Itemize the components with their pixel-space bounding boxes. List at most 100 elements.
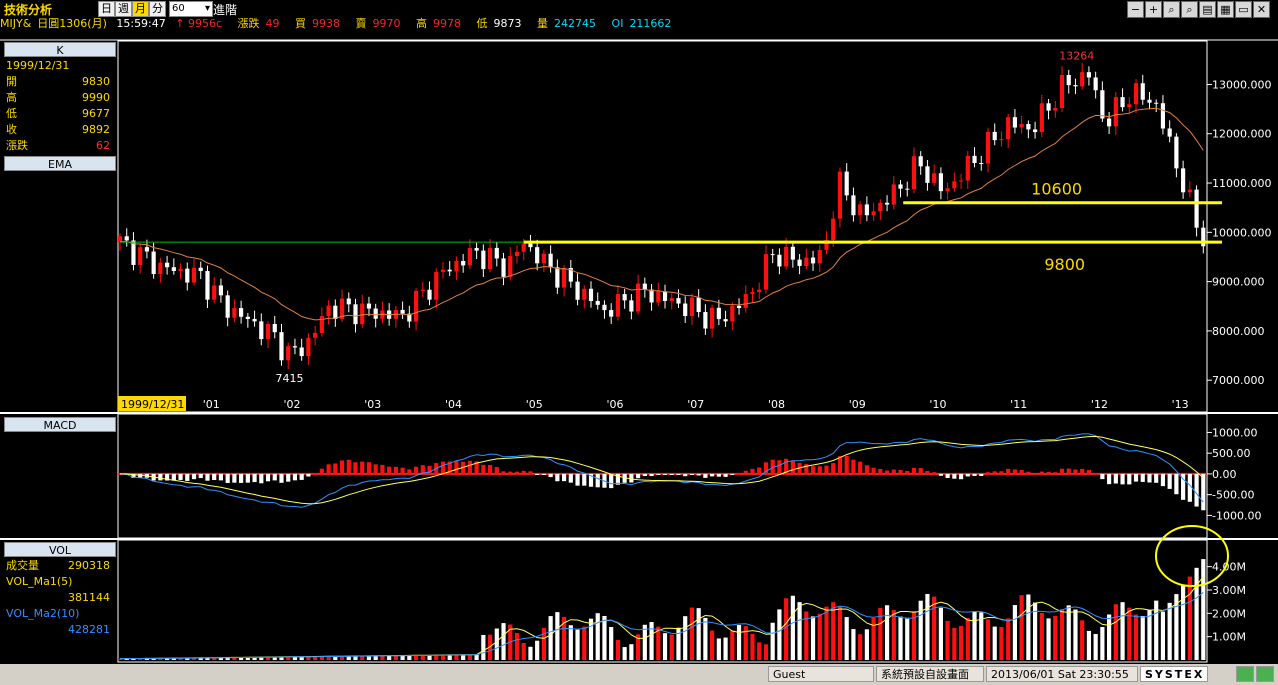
- macd-histogram-bar: [1019, 469, 1024, 474]
- volume-bar: [736, 624, 742, 660]
- volume-bar: [1006, 618, 1011, 660]
- macd-histogram-bar: [191, 473, 197, 480]
- macd-histogram-bar: [198, 473, 203, 479]
- candle-up: [958, 180, 964, 182]
- macd-histogram-bar: [757, 467, 762, 474]
- candle-up: [1053, 107, 1058, 111]
- candle-up: [1059, 74, 1065, 108]
- volume-bar: [595, 613, 600, 660]
- candle-up: [1019, 123, 1024, 128]
- price-tick-label: 8000.000: [1212, 325, 1265, 338]
- macd-tick-label: -500.00: [1212, 489, 1254, 502]
- volume-bar: [575, 629, 580, 660]
- x-tick-label: '02: [283, 398, 300, 411]
- candle-up: [420, 289, 425, 291]
- candle-down: [218, 285, 224, 296]
- macd-histogram-bar: [958, 473, 964, 480]
- macd-histogram-bar: [750, 468, 755, 474]
- candle-down: [494, 247, 499, 259]
- candle-down: [696, 297, 701, 313]
- candle-down: [124, 236, 129, 241]
- cursor-date-label: 1999/12/31: [121, 398, 184, 411]
- candle-up: [232, 308, 237, 318]
- candle-down: [864, 204, 869, 216]
- candle-up: [265, 323, 271, 340]
- volume-tick-label: 1.00M: [1212, 631, 1246, 644]
- macd-histogram-bar: [212, 473, 217, 481]
- macd-histogram-bar: [561, 473, 567, 482]
- volume-bar: [757, 642, 762, 660]
- macd-histogram-bar: [1174, 473, 1179, 495]
- candle-down: [501, 258, 506, 277]
- candle-up: [858, 204, 863, 216]
- volume-bar: [1187, 576, 1192, 660]
- macd-histogram-bar: [696, 473, 701, 476]
- volume-bar: [871, 617, 876, 660]
- candle-down: [595, 300, 600, 305]
- status-layout[interactable]: 系統預設自設畫面: [876, 666, 984, 682]
- candle-down: [279, 332, 284, 361]
- candle-down: [171, 267, 176, 271]
- macd-histogram-bar: [1093, 472, 1098, 474]
- candle-up: [743, 294, 748, 308]
- macd-histogram-bar: [265, 473, 271, 482]
- volume-bar: [1059, 609, 1065, 660]
- candle-down: [144, 247, 150, 252]
- candle-up: [710, 307, 715, 329]
- price-tick-label: 7000.000: [1212, 374, 1265, 387]
- volume-bar: [851, 629, 856, 660]
- technical-chart[interactable]: 13000.000 12000.000 11000.000 10000.000 9000…: [0, 0, 1278, 664]
- candle-down: [292, 346, 298, 348]
- candle-up: [636, 283, 641, 312]
- volume-bar: [514, 633, 520, 660]
- volume-bar: [952, 627, 957, 660]
- macd-histogram-bar: [306, 473, 311, 477]
- candle-down: [1100, 90, 1105, 119]
- macd-histogram-bar: [636, 473, 641, 479]
- volume-bar: [1167, 602, 1172, 660]
- candle-down: [622, 294, 627, 301]
- candle-down: [770, 254, 775, 256]
- candle-down: [165, 262, 170, 268]
- candle-up: [878, 202, 883, 212]
- candle-down: [716, 307, 721, 320]
- candle-down: [1160, 103, 1166, 129]
- candle-down: [252, 318, 257, 322]
- candle-down: [1194, 189, 1199, 228]
- candle-up: [541, 253, 546, 264]
- candle-up: [434, 271, 439, 300]
- candle-down: [797, 259, 802, 266]
- volume-bar: [730, 630, 735, 660]
- volume-bar: [1113, 604, 1118, 660]
- candle-down: [676, 298, 681, 304]
- volume-bar: [1080, 620, 1085, 660]
- volume-bar: [1093, 633, 1098, 660]
- x-tick-label: '05: [526, 398, 543, 411]
- volume-bar: [891, 610, 896, 660]
- candle-down: [884, 202, 890, 205]
- macd-histogram-bar: [467, 460, 472, 474]
- volume-bar: [710, 630, 715, 660]
- volume-bar: [763, 644, 769, 660]
- macd-histogram-bar: [689, 473, 695, 475]
- volume-bar: [790, 595, 795, 660]
- volume-bar: [1086, 630, 1092, 660]
- macd-histogram-bar: [1046, 471, 1051, 474]
- macd-histogram-bar: [844, 456, 849, 474]
- candle-down: [1073, 85, 1078, 87]
- volume-bar: [494, 628, 499, 660]
- macd-line: [119, 433, 1204, 508]
- candle-up: [1039, 103, 1044, 133]
- candle-up: [313, 332, 318, 338]
- candle-up: [1006, 117, 1011, 140]
- macd-histogram-bar: [1133, 473, 1139, 482]
- candle-down: [649, 289, 654, 303]
- macd-histogram-bar: [400, 467, 405, 474]
- macd-histogram-bar: [225, 473, 230, 483]
- macd-histogram-bar: [353, 462, 358, 474]
- volume-bar: [898, 616, 903, 660]
- volume-bar: [932, 596, 937, 660]
- volume-bar: [723, 637, 728, 660]
- macd-histogram-bar: [710, 473, 715, 477]
- volume-bar: [649, 622, 654, 660]
